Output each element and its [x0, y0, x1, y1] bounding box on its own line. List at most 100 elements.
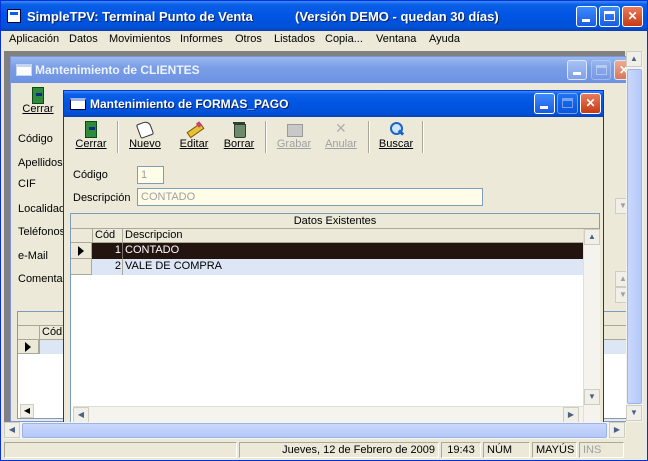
- status-ins: INS: [579, 442, 624, 458]
- row-pointer-icon: [78, 246, 84, 256]
- minimize-icon: [540, 106, 548, 109]
- minimize-icon: [573, 72, 581, 75]
- toolbar-separator: [368, 121, 370, 153]
- row-pointer-icon: [25, 342, 31, 352]
- app-title: SimpleTPV: Terminal Punto de Venta: [27, 9, 253, 24]
- clients-label-email: e-Mail: [18, 250, 48, 262]
- main-window: SimpleTPV: Terminal Punto de Venta (Vers…: [0, 0, 648, 461]
- row-indicator: [71, 259, 92, 275]
- fp-minimize-button[interactable]: [534, 93, 555, 114]
- col-descripcion-header[interactable]: Descripcion: [125, 229, 325, 243]
- clients-title: Mantenimiento de CLIENTES: [35, 63, 200, 77]
- scroll-down-button[interactable]: ▼: [626, 405, 642, 421]
- clients-cerrar-button[interactable]: Cerrar: [21, 87, 55, 115]
- codigo-label: Código: [73, 169, 108, 181]
- maximize-icon: [604, 11, 615, 21]
- row-indicator: [71, 243, 92, 259]
- menu-datos[interactable]: Datos: [69, 33, 98, 45]
- clients-minimize-button[interactable]: [567, 60, 587, 80]
- cerrar-label: Cerrar: [75, 138, 107, 150]
- menu-aplicacion[interactable]: Aplicación: [9, 33, 59, 45]
- col-cod-header[interactable]: Cód: [95, 229, 121, 243]
- fp-close-button[interactable]: ✕: [580, 93, 601, 114]
- main-vertical-scrollbar[interactable]: ▲ ▼: [626, 51, 643, 422]
- grid-divider: [122, 243, 123, 259]
- grid-vertical-scrollbar[interactable]: ▲ ▼: [583, 229, 600, 424]
- table-row[interactable]: 2 VALE DE COMPRA: [71, 259, 583, 275]
- borrar-button[interactable]: Borrar: [221, 119, 257, 155]
- main-horizontal-scrollbar[interactable]: ◀ ▶: [4, 422, 626, 439]
- fp-maximize-button[interactable]: [557, 93, 578, 114]
- new-document-icon: [136, 121, 154, 137]
- clients-hscroll-left[interactable]: ◀: [20, 404, 34, 418]
- grabar-button[interactable]: Grabar: [276, 119, 312, 155]
- scroll-left-button[interactable]: ◀: [4, 422, 20, 438]
- grid-header: Cód Descripcion: [71, 229, 583, 243]
- editar-label: Editar: [179, 138, 209, 150]
- nuevo-button[interactable]: Nuevo: [127, 119, 163, 155]
- clients-label-localidad: Localidad: [18, 203, 66, 215]
- clients-maximize-button[interactable]: [591, 60, 611, 80]
- scroll-right-button[interactable]: ▶: [609, 422, 625, 438]
- scroll-down-button[interactable]: ▼: [584, 389, 600, 405]
- buscar-button[interactable]: Buscar: [377, 119, 415, 155]
- clients-title-bar[interactable]: Mantenimiento de CLIENTES ✕: [11, 57, 634, 83]
- menu-otros[interactable]: Otros: [235, 33, 262, 45]
- fp-toolbar: Cerrar Nuevo Editar Borrar Grabar ✕ Anul…: [70, 119, 600, 155]
- version-text: (Versión DEMO - quedan 30 días): [295, 9, 499, 24]
- editar-button[interactable]: Editar: [176, 119, 212, 155]
- scroll-thumb[interactable]: [22, 423, 607, 438]
- clients-col-cod: Cód: [42, 326, 63, 338]
- maximize-button[interactable]: [599, 6, 620, 27]
- close-button[interactable]: ✕: [622, 6, 643, 27]
- scroll-thumb[interactable]: [627, 69, 642, 404]
- nuevo-label: Nuevo: [129, 138, 161, 150]
- menu-copia[interactable]: Copia...: [325, 33, 363, 45]
- menu-movimientos[interactable]: Movimientos: [109, 33, 171, 45]
- status-mayus: MAYÚS: [532, 442, 577, 458]
- table-row[interactable]: 1 CONTADO: [71, 243, 583, 259]
- grid-divider: [39, 326, 40, 354]
- menu-ayuda[interactable]: Ayuda: [429, 33, 460, 45]
- scroll-right-button[interactable]: ▶: [563, 407, 579, 423]
- descripcion-label: Descripción: [73, 192, 131, 204]
- descripcion-field[interactable]: CONTADO: [137, 188, 483, 206]
- scroll-up-button[interactable]: ▲: [584, 229, 600, 245]
- menu-ventana[interactable]: Ventana: [376, 33, 416, 45]
- menu-informes[interactable]: Informes: [180, 33, 223, 45]
- borrar-label: Borrar: [223, 138, 255, 150]
- app-icon[interactable]: [7, 9, 21, 23]
- minimize-button[interactable]: [576, 6, 597, 27]
- status-num: NÚM: [483, 442, 530, 458]
- scroll-left-button[interactable]: ◀: [73, 407, 89, 423]
- grid-horizontal-scrollbar[interactable]: ◀ ▶: [73, 406, 583, 423]
- anular-button[interactable]: Anular: [323, 119, 359, 155]
- codigo-field[interactable]: 1: [137, 166, 164, 184]
- status-bar: Jueves, 12 de Febrero de 2009 19:43 NÚM …: [4, 440, 643, 460]
- cell-cod: 1: [114, 244, 121, 256]
- buscar-label: Buscar: [378, 138, 414, 150]
- toolbar-separator: [265, 121, 267, 153]
- datos-existentes-grid[interactable]: Datos Existentes Cód Descripcion 1 CONTA…: [70, 213, 600, 424]
- clients-label-cif: CIF: [18, 178, 36, 190]
- clients-row-indicator: [18, 340, 39, 354]
- save-icon: [285, 121, 303, 137]
- status-date: Jueves, 12 de Febrero de 2009: [239, 442, 439, 458]
- main-title-bar[interactable]: SimpleTPV: Terminal Punto de Venta (Vers…: [1, 1, 647, 31]
- toolbar-separator: [117, 121, 119, 153]
- scroll-up-button[interactable]: ▲: [626, 51, 642, 67]
- cerrar-button[interactable]: Cerrar: [73, 119, 109, 155]
- fp-title-bar[interactable]: Mantenimiento de FORMAS_PAGO ✕: [64, 91, 603, 117]
- grabar-label: Grabar: [276, 138, 312, 150]
- clients-label-comentarios: Comentar: [18, 273, 67, 285]
- menu-listados[interactable]: Listados: [274, 33, 315, 45]
- window-icon: [16, 64, 32, 76]
- exit-door-icon: [29, 87, 47, 104]
- formas-pago-window[interactable]: Mantenimiento de FORMAS_PAGO ✕ Cerrar Nu…: [63, 90, 604, 424]
- toolbar-separator: [422, 121, 424, 153]
- exit-door-icon: [82, 121, 100, 138]
- anular-label: Anular: [325, 138, 357, 150]
- cell-cod: 2: [114, 260, 121, 272]
- grid-divider: [92, 229, 93, 243]
- cancel-x-icon: [332, 120, 350, 137]
